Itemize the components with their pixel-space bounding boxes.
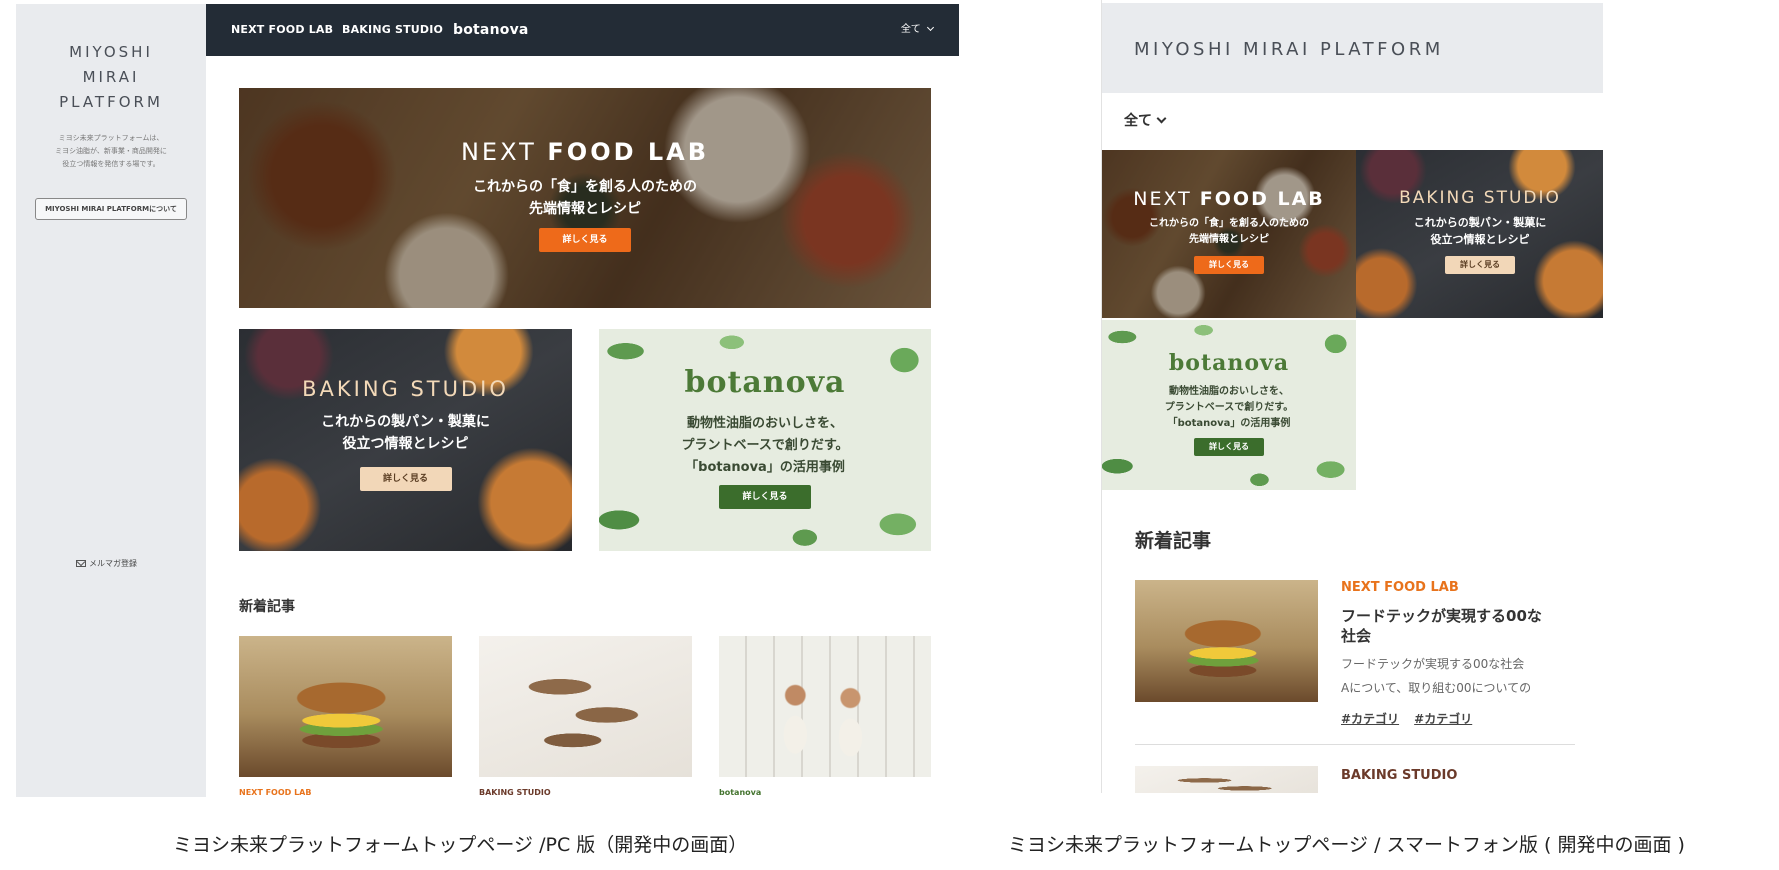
botanova-logo: botanova (684, 365, 846, 400)
sp-banner-next-food-lab[interactable]: NEXT FOOD LAB これからの「食」を創る人のための 先端情報とレシピ … (1102, 150, 1356, 318)
banner-more-button[interactable]: 詳しく見る (359, 467, 452, 491)
excerpt-line: Aについて、取り組む00についての (1341, 681, 1532, 695)
title-light: NEXT (1133, 188, 1192, 210)
banner-baking-studio[interactable]: BAKING STUDIO これからの製パン・製菓に 役立つ情報とレシピ 詳しく… (239, 329, 572, 551)
title-line: フードテックが実現する00な (1341, 607, 1542, 625)
news-section-title: 新着記事 (239, 599, 295, 615)
title-light: NEXT (460, 138, 537, 166)
sp-caption: ミヨシ未来プラットフォームトップページ / スマートフォン版 ( 開発中の画面 … (1008, 834, 1685, 856)
sp-news-section-title: 新着記事 (1135, 530, 1212, 552)
description-line: ミヨシ油脂が、新事業・商品開発に (55, 147, 167, 155)
banner-subtitle: これからの製パン・製菓に 役立つ情報とレシピ (1413, 216, 1547, 246)
sidebar-description: ミヨシ未来プラットフォームは、 ミヨシ油脂が、新事業・商品開発に 役立つ情報を発… (30, 132, 192, 171)
chevron-down-icon (1156, 113, 1167, 124)
sp-banner-baking-studio[interactable]: BAKING STUDIO これからの製パン・製菓に 役立つ情報とレシピ 詳しく… (1356, 150, 1603, 318)
title-bold: FOOD LAB (1199, 188, 1325, 210)
banner-subtitle: これからの「食」を創る人のための 先端情報とレシピ (473, 179, 697, 217)
sp-brand-logo[interactable]: MIYOSHI MIRAI PLATFORM (1134, 39, 1444, 60)
article-excerpt: フードテックが実現する00な社会 Aについて、取り組む00についての (1341, 652, 1531, 700)
newsletter-label: メルマガ登録 (89, 559, 137, 568)
tag-link[interactable]: #カテゴリ (1414, 712, 1472, 726)
sp-filter-dropdown[interactable]: 全て (1124, 110, 1167, 130)
article-title[interactable]: フードテックが実現する00な 社会 (1341, 606, 1542, 646)
filter-label: 全て (900, 24, 921, 35)
mail-icon (76, 560, 86, 567)
comparison-canvas: MIYOSHI MIRAI PLATFORM ミヨシ未来プラットフォームは、 ミ… (0, 0, 1779, 870)
banner-subtitle: これからの「食」を創る人のための 先端情報とレシピ (1149, 218, 1309, 245)
sp-banner-botanova[interactable]: botanova 動物性油脂のおいしさを、 プラントベースで創りだす。 「bot… (1102, 320, 1356, 490)
excerpt-line: フードテックが実現する00な社会 (1341, 657, 1525, 671)
sidebar-brand-logo[interactable]: MIYOSHI MIRAI PLATFORM (16, 40, 206, 115)
article-thumbnail-bakers[interactable] (719, 636, 931, 777)
tag-link[interactable]: #カテゴリ (1341, 712, 1399, 726)
botanova-logo: botanova (1168, 350, 1290, 376)
banner-subtitle: 動物性油脂のおいしさを、 プラントベースで創りだす。 「botanova」の活用… (681, 416, 849, 475)
article-category[interactable]: NEXT FOOD LAB (239, 788, 311, 797)
banner-title: NEXT FOOD LAB (1102, 188, 1356, 210)
banner-more-button[interactable]: 詳しく見る (1445, 256, 1515, 274)
pc-top-nav: NEXT FOOD LAB BAKING STUDIO botanova 全て (206, 4, 959, 56)
banner-botanova[interactable]: botanova 動物性油脂のおいしさを、 プラントベースで創りだす。 「bot… (599, 329, 931, 551)
pc-page-mockup: MIYOSHI MIRAI PLATFORM ミヨシ未来プラットフォームは、 ミ… (16, 4, 959, 797)
banner-more-button[interactable]: 詳しく見る (1194, 438, 1264, 456)
filter-label: 全て (1124, 113, 1152, 129)
article-thumbnail-cookie-sandwich[interactable] (479, 636, 692, 777)
description-line: 役立つ情報を発信する場です。 (62, 160, 160, 168)
brand-line: MIRAI (82, 68, 140, 86)
banner-more-button[interactable]: 詳しく見る (539, 228, 631, 252)
sp-article-thumbnail[interactable] (1135, 580, 1318, 702)
filter-dropdown[interactable]: 全て (900, 4, 935, 56)
banner-next-food-lab[interactable]: NEXT FOOD LAB これからの「食」を創る人のための 先端情報とレシピ … (239, 88, 931, 308)
article-tags: #カテゴリ #カテゴリ (1341, 708, 1472, 727)
title-bold: FOOD LAB (547, 138, 710, 166)
article-divider (1135, 744, 1575, 745)
nav-baking-studio[interactable]: BAKING STUDIO (342, 4, 443, 56)
banner-title: NEXT FOOD LAB (239, 138, 931, 166)
about-button[interactable]: MIYOSHI MIRAI PLATFORMについて (35, 198, 187, 220)
brand-line: PLATFORM (59, 93, 163, 111)
nav-botanova-logo[interactable]: botanova (453, 4, 529, 56)
description-line: ミヨシ未来プラットフォームは、 (58, 134, 164, 142)
sp-article-thumbnail[interactable] (1135, 766, 1318, 793)
pc-sidebar: MIYOSHI MIRAI PLATFORM ミヨシ未来プラットフォームは、 ミ… (16, 4, 206, 797)
sp-page-mockup: MIYOSHI MIRAI PLATFORM 全て NEXT FOOD LAB … (1101, 0, 1603, 793)
pc-caption: ミヨシ未来プラットフォームトップページ /PC 版（開発中の画面） (173, 834, 748, 856)
article-category[interactable]: BAKING STUDIO (1341, 768, 1457, 783)
brand-line: MIYOSHI (69, 43, 153, 61)
banner-subtitle: 動物性油脂のおいしさを、 プラントベースで創りだす。 「botanova」の活用… (1164, 386, 1294, 429)
nav-next-food-lab[interactable]: NEXT FOOD LAB (231, 4, 333, 56)
banner-title: BAKING STUDIO (1399, 188, 1561, 208)
banner-more-button[interactable]: 詳しく見る (1194, 256, 1264, 274)
title-line: 社会 (1341, 627, 1372, 645)
chevron-down-icon (926, 23, 935, 32)
banner-title: BAKING STUDIO (302, 377, 509, 401)
article-category[interactable]: BAKING STUDIO (479, 788, 551, 797)
article-category[interactable]: NEXT FOOD LAB (1341, 580, 1459, 595)
article-thumbnail-burger[interactable] (239, 636, 452, 777)
article-category[interactable]: botanova (719, 788, 761, 797)
banner-more-button[interactable]: 詳しく見る (719, 485, 811, 509)
sp-header: MIYOSHI MIRAI PLATFORM (1102, 3, 1603, 93)
banner-subtitle: これからの製パン・製菓に 役立つ情報とレシピ (321, 414, 490, 452)
newsletter-link[interactable]: メルマガ登録 (76, 558, 137, 569)
